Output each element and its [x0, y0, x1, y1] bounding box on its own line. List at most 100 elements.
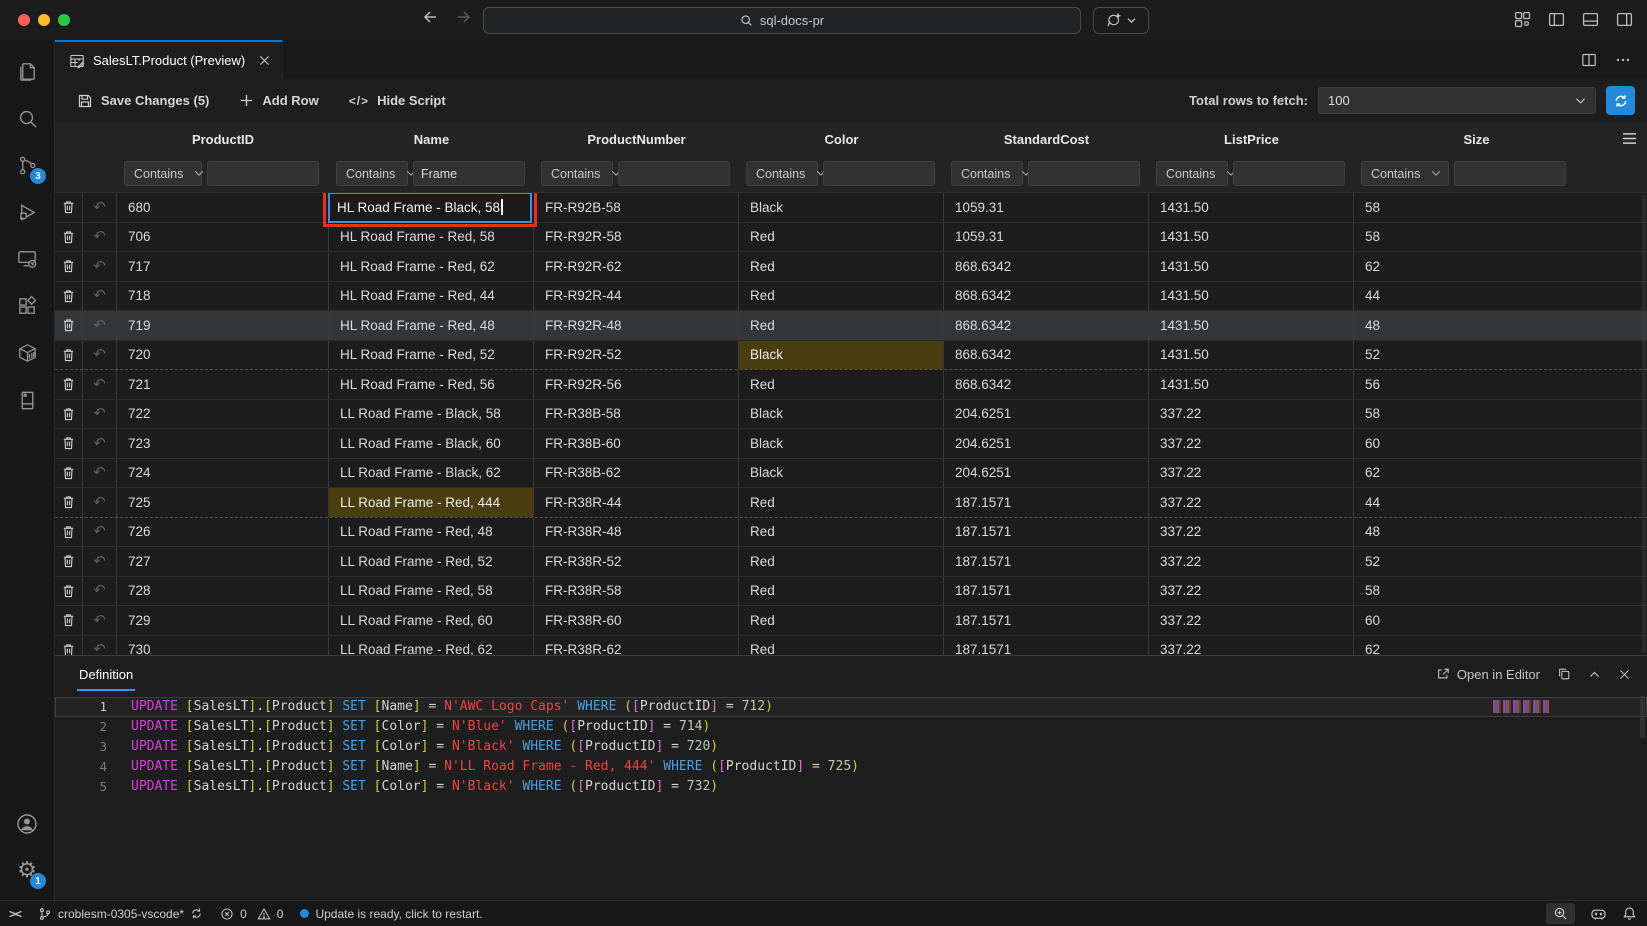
cell-price[interactable]: 337.22 [1149, 400, 1354, 429]
revert-row-button[interactable]: ↶ [83, 311, 117, 340]
customize-layout-icon[interactable] [1514, 11, 1531, 28]
cell-id[interactable]: 726 [117, 518, 329, 547]
cell-id[interactable]: 722 [117, 400, 329, 429]
cell-price[interactable]: 337.22 [1149, 518, 1354, 547]
cell-cost[interactable]: 187.1571 [944, 577, 1149, 606]
column-header-size[interactable]: Size [1354, 132, 1647, 147]
cell-editor-input[interactable]: HL Road Frame - Black, 58 [328, 193, 532, 223]
cell-cost[interactable]: 187.1571 [944, 547, 1149, 576]
minimap[interactable] [1493, 700, 1549, 713]
cell-cost[interactable]: 1059.31 [944, 193, 1149, 222]
cell-size[interactable]: 52 [1354, 341, 1647, 370]
filter-input-price[interactable] [1233, 161, 1345, 186]
maximize-window-button[interactable] [58, 14, 70, 26]
cell-size[interactable]: 58 [1354, 193, 1647, 222]
filter-operator-select-number[interactable]: Contains [541, 161, 613, 186]
cell-name[interactable]: LL Road Frame - Red, 48 [329, 518, 534, 547]
cell-name[interactable]: LL Road Frame - Red, 444 [329, 488, 534, 517]
cell-name[interactable]: LL Road Frame - Red, 60 [329, 606, 534, 635]
cell-name[interactable]: HL Road Frame - Black, 58 [329, 193, 534, 222]
copy-icon[interactable] [1557, 667, 1571, 681]
hide-script-button[interactable]: </> Hide Script [349, 93, 446, 108]
remote-indicator[interactable]: >< [9, 907, 21, 921]
database-projects-icon[interactable] [3, 377, 51, 424]
split-editor-icon[interactable] [1581, 52, 1597, 68]
cell-cost[interactable]: 868.6342 [944, 311, 1149, 340]
revert-row-button[interactable]: ↶ [83, 429, 117, 458]
cell-id[interactable]: 730 [117, 636, 329, 656]
cell-number[interactable]: FR-R92R-58 [534, 223, 739, 252]
cell-cost[interactable]: 868.6342 [944, 282, 1149, 311]
revert-row-button[interactable]: ↶ [83, 400, 117, 429]
editor-scrollbar[interactable] [1640, 696, 1645, 738]
cell-number[interactable]: FR-R38R-58 [534, 577, 739, 606]
filter-operator-select-id[interactable]: Contains [124, 161, 202, 186]
cell-size[interactable]: 58 [1354, 577, 1647, 606]
cell-color[interactable]: Black [739, 429, 944, 458]
cell-number[interactable]: FR-R38B-58 [534, 400, 739, 429]
copilot-status-icon[interactable] [1590, 906, 1607, 921]
cell-name[interactable]: HL Road Frame - Red, 56 [329, 370, 534, 399]
cell-price[interactable]: 337.22 [1149, 459, 1354, 488]
delete-row-button[interactable] [55, 429, 83, 458]
cell-number[interactable]: FR-R38R-60 [534, 606, 739, 635]
cell-color[interactable]: Black [739, 341, 944, 370]
cell-cost[interactable]: 187.1571 [944, 636, 1149, 656]
cell-number[interactable]: FR-R38B-62 [534, 459, 739, 488]
cell-size[interactable]: 48 [1354, 518, 1647, 547]
delete-row-button[interactable] [55, 636, 83, 656]
cell-number[interactable]: FR-R38R-62 [534, 636, 739, 656]
revert-row-button[interactable]: ↶ [83, 341, 117, 370]
cell-cost[interactable]: 868.6342 [944, 341, 1149, 370]
cell-cost[interactable]: 187.1571 [944, 606, 1149, 635]
revert-row-button[interactable]: ↶ [83, 636, 117, 656]
cell-color[interactable]: Black [739, 400, 944, 429]
search-sidebar-icon[interactable] [3, 95, 51, 142]
cell-color[interactable]: Red [739, 577, 944, 606]
filter-input-color[interactable] [823, 161, 935, 186]
delete-row-button[interactable] [55, 311, 83, 340]
source-control-icon[interactable]: 3 [3, 142, 51, 189]
cell-color[interactable]: Red [739, 488, 944, 517]
cell-size[interactable]: 58 [1354, 400, 1647, 429]
add-row-button[interactable]: Add Row [239, 93, 318, 108]
delete-row-button[interactable] [55, 518, 83, 547]
branch-status-item[interactable]: croblesm-0305-vscode* [38, 907, 203, 921]
cell-color[interactable]: Red [739, 518, 944, 547]
more-actions-icon[interactable] [1615, 52, 1631, 68]
cell-name[interactable]: LL Road Frame - Red, 58 [329, 577, 534, 606]
cell-id[interactable]: 728 [117, 577, 329, 606]
cell-id[interactable]: 718 [117, 282, 329, 311]
cell-color[interactable]: Red [739, 311, 944, 340]
cell-id[interactable]: 720 [117, 341, 329, 370]
cell-cost[interactable]: 1059.31 [944, 223, 1149, 252]
cell-color[interactable]: Red [739, 606, 944, 635]
filter-input-cost[interactable] [1028, 161, 1140, 186]
close-window-button[interactable] [18, 14, 30, 26]
filter-operator-select-cost[interactable]: Contains [951, 161, 1023, 186]
cell-name[interactable]: HL Road Frame - Red, 44 [329, 282, 534, 311]
cell-color[interactable]: Red [739, 636, 944, 656]
explorer-icon[interactable] [3, 48, 51, 95]
refresh-button[interactable] [1606, 86, 1635, 115]
close-panel-icon[interactable] [1618, 668, 1631, 681]
cell-price[interactable]: 337.22 [1149, 429, 1354, 458]
zoom-in-status-icon[interactable] [1546, 903, 1575, 924]
revert-row-button[interactable]: ↶ [83, 223, 117, 252]
revert-row-button[interactable]: ↶ [83, 193, 117, 222]
cell-name[interactable]: LL Road Frame - Black, 58 [329, 400, 534, 429]
settings-gear-icon[interactable]: ⚙ 1 [3, 847, 51, 894]
notifications-bell-icon[interactable] [1622, 906, 1637, 921]
cell-price[interactable]: 1431.50 [1149, 252, 1354, 281]
delete-row-button[interactable] [55, 547, 83, 576]
cell-size[interactable]: 60 [1354, 429, 1647, 458]
cell-name[interactable]: LL Road Frame - Black, 60 [329, 429, 534, 458]
cell-name[interactable]: HL Road Frame - Red, 62 [329, 252, 534, 281]
column-menu-icon[interactable] [1622, 132, 1637, 145]
cell-id[interactable]: 680 [117, 193, 329, 222]
extensions-icon[interactable] [3, 283, 51, 330]
toggle-primary-sidebar-icon[interactable] [1548, 11, 1565, 28]
cell-name[interactable]: LL Road Frame - Red, 62 [329, 636, 534, 656]
filter-operator-select-size[interactable]: Contains [1361, 161, 1449, 186]
column-header-name[interactable]: Name [329, 132, 534, 147]
